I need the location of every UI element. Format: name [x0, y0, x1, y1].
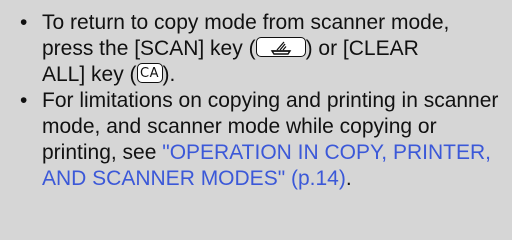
note-text: press the [SCAN] key (	[42, 37, 256, 60]
scan-key-icon	[255, 37, 306, 58]
note-box: • To return to copy mode from scanner mo…	[0, 0, 512, 240]
note-text: ) or [CLEAR	[305, 37, 419, 60]
list-item: • For limitations on copying and printin…	[16, 88, 500, 192]
list-item: • To return to copy mode from scanner mo…	[16, 10, 500, 88]
note-text: .	[345, 167, 352, 190]
note-text: ).	[162, 63, 176, 86]
note-text: To return to copy mode from scanner mode…	[42, 11, 450, 34]
notes-list: • To return to copy mode from scanner mo…	[16, 10, 500, 192]
bullet-icon: •	[20, 89, 28, 112]
bullet-icon: •	[20, 11, 28, 34]
clear-all-key-icon: CA	[136, 63, 163, 84]
note-text: ALL] key (	[42, 63, 137, 86]
